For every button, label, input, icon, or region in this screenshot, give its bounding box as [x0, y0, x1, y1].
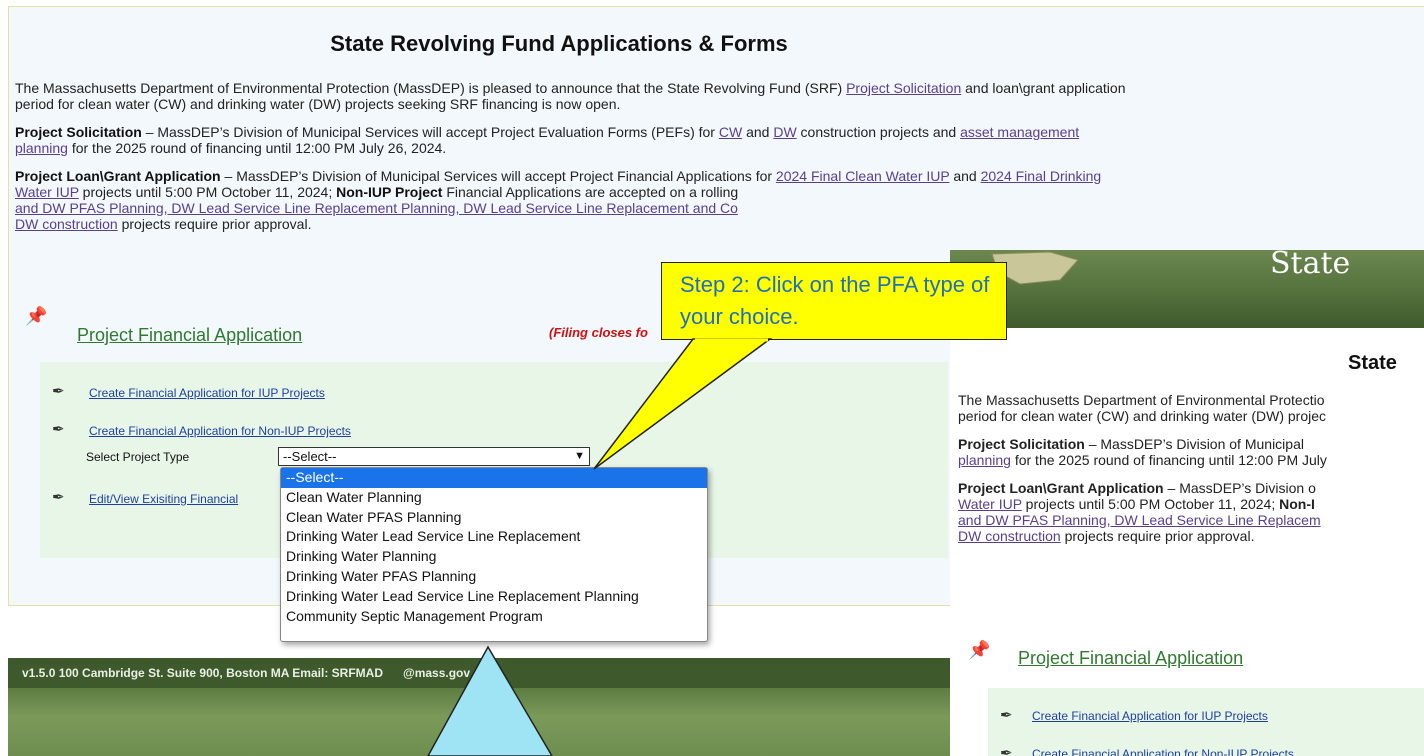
step2-callout-text: Step 2: Click on the PFA type of your ch…: [680, 272, 990, 329]
dw-link[interactable]: DW: [773, 124, 796, 140]
right-water-iup-link[interactable]: Water IUP: [958, 496, 1022, 512]
right-solicitation-paragraph: Project Solicitation – MassDEP’s Divisio…: [958, 436, 1327, 468]
asset-management-link[interactable]: asset management: [960, 124, 1079, 140]
project-type-select[interactable]: --Select-- ▼: [278, 447, 590, 466]
cw-link[interactable]: CW: [719, 124, 742, 140]
right-page-title: State: [1348, 352, 1397, 374]
pushpin-icon: 📌: [25, 306, 48, 326]
solicitation-paragraph: Project Solicitation – MassDEP’s Divisio…: [15, 124, 1080, 156]
feather-pen-icon: ✒: [1000, 745, 1013, 756]
loan-paragraph: Project Loan\Grant Application – MassDEP…: [15, 168, 1102, 232]
edit-view-application-link[interactable]: Edit/View Exisiting Financial: [89, 492, 238, 506]
dw-construction-link[interactable]: DW construction: [15, 216, 118, 232]
create-non-iup-application-link[interactable]: Create Financial Application for Non-IUP…: [89, 424, 351, 438]
right-application-box: ✒ Create Financial Application for IUP P…: [988, 688, 1424, 756]
dropdown-option[interactable]: Drinking Water PFAS Planning: [281, 567, 707, 587]
right-intro-paragraph: The Massachusetts Department of Environm…: [958, 392, 1327, 424]
dw-iup-link[interactable]: 2024 Final Drinking: [981, 168, 1102, 184]
right-dw-construction-link[interactable]: DW construction: [958, 528, 1061, 544]
project-solicitation-link[interactable]: Project Solicitation: [846, 80, 961, 96]
pushpin-icon: 📌: [968, 640, 991, 660]
feather-pen-icon: ✒: [52, 489, 65, 506]
cw-iup-link[interactable]: 2024 Final Clean Water IUP: [776, 168, 950, 184]
dropdown-option[interactable]: Clean Water Planning: [281, 488, 707, 508]
project-type-dropdown[interactable]: --Select-- Clean Water Planning Clean Wa…: [280, 467, 708, 642]
right-planning-link[interactable]: planning: [958, 452, 1011, 468]
feather-pen-icon: ✒: [1000, 707, 1013, 724]
page-title: State Revolving Fund Applications & Form…: [330, 31, 788, 56]
banner: State: [950, 250, 1424, 328]
dropdown-option[interactable]: Drinking Water Lead Service Line Replace…: [281, 527, 707, 547]
right-planning-links[interactable]: and DW PFAS Planning, DW Lead Service Li…: [958, 512, 1321, 528]
create-iup-application-link[interactable]: Create Financial Application for IUP Pro…: [89, 386, 325, 400]
right-loan-paragraph: Project Loan\Grant Application – MassDEP…: [958, 480, 1321, 544]
banner-title: State: [1270, 250, 1351, 281]
dropdown-option[interactable]: Community Septic Management Program: [281, 607, 707, 627]
planning-link[interactable]: planning: [15, 140, 68, 156]
feather-pen-icon: ✒: [52, 383, 65, 400]
dropdown-option[interactable]: Clean Water PFAS Planning: [281, 508, 707, 528]
footer-text: v1.5.0 100 Cambridge St. Suite 900, Bost…: [22, 666, 471, 680]
dropdown-option[interactable]: Drinking Water Planning: [281, 547, 707, 567]
intro-paragraph: The Massachusetts Department of Environm…: [15, 80, 1126, 112]
dropdown-option[interactable]: Drinking Water Lead Service Line Replace…: [281, 587, 707, 607]
select-project-type-label: Select Project Type: [86, 450, 190, 464]
feather-pen-icon: ✒: [52, 421, 65, 438]
right-create-iup-link[interactable]: Create Financial Application for IUP Pro…: [1032, 709, 1268, 723]
callout-tail: [593, 338, 773, 470]
right-create-non-iup-link[interactable]: Create Financial Application for Non-IUP…: [1032, 747, 1294, 756]
dw-iup-link-cont[interactable]: Water IUP: [15, 184, 79, 200]
right-panel-screenshot: State State The Massachusetts Department…: [950, 250, 1424, 756]
planning-links[interactable]: and DW PFAS Planning, DW Lead Service Li…: [15, 200, 738, 216]
blue-arrow-callout: [427, 645, 553, 756]
project-financial-application-link[interactable]: Project Financial Application: [77, 325, 302, 346]
right-project-financial-application-link[interactable]: Project Financial Application: [1018, 648, 1243, 669]
